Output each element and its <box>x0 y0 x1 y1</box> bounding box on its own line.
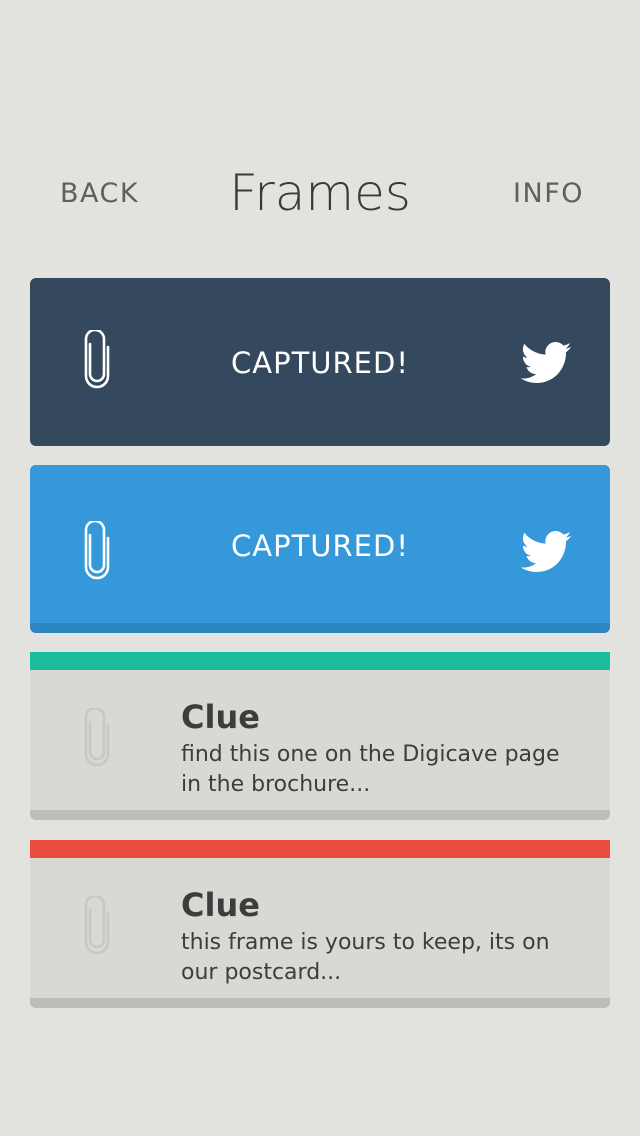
info-button[interactable]: INFO <box>513 178 584 209</box>
card-shadow <box>30 810 610 820</box>
twitter-icon[interactable] <box>520 531 572 573</box>
paperclip-icon <box>84 896 110 955</box>
clue-text: find this one on the Digicave page in th… <box>181 742 560 797</box>
clue-title: Clue <box>181 886 260 924</box>
clue-card-body: Clue this frame is yours to keep, its on… <box>30 858 610 998</box>
frame-card-captured-2[interactable]: CAPTURED! <box>30 465 610 633</box>
clue-text: this frame is yours to keep, its on our … <box>181 930 550 985</box>
clue-color-bar <box>30 652 610 670</box>
clue-title: Clue <box>181 698 260 736</box>
frame-card-captured-1[interactable]: CAPTURED! <box>30 278 610 446</box>
header: BACK Frames INFO <box>0 150 640 240</box>
clue-color-bar <box>30 840 610 858</box>
twitter-icon[interactable] <box>520 342 572 384</box>
clue-card-2[interactable]: Clue this frame is yours to keep, its on… <box>30 840 610 1008</box>
paperclip-icon <box>84 708 110 767</box>
clue-card-body: Clue find this one on the Digicave page … <box>30 670 610 810</box>
card-shadow <box>30 998 610 1008</box>
clue-card-1[interactable]: Clue find this one on the Digicave page … <box>30 652 610 820</box>
